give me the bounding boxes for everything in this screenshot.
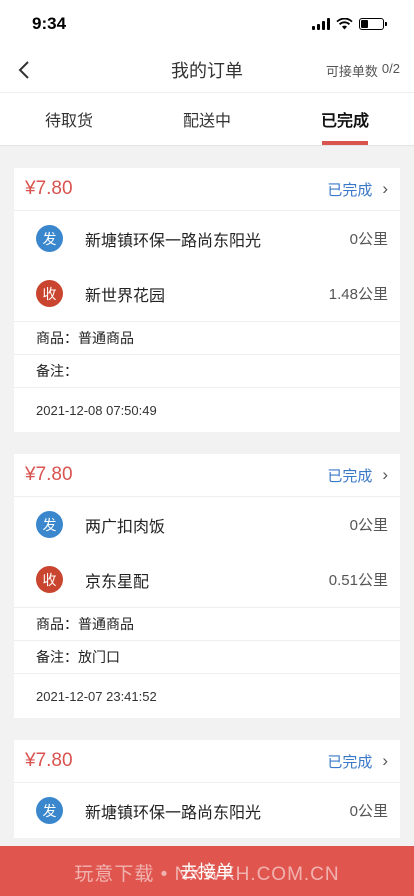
order-capacity-label: 可接单数: [325, 63, 378, 79]
take-order-button[interactable]: 去接单: [180, 858, 234, 884]
order-card[interactable]: ¥7.80 已完成 › 发 新塘镇环保一路尚东阳光 0公里: [14, 740, 400, 838]
pickup-distance: 0公里: [349, 517, 388, 534]
delivery-address-row: 收 新世界花园 1.48公里: [14, 266, 400, 321]
take-order-bar[interactable]: 去接单 玩意下载 • NXWXH.COM.CN: [0, 846, 414, 896]
order-price: ¥7.80: [25, 464, 73, 485]
cellular-signal-icon: [312, 18, 330, 30]
goods-row: 商品： 普通商品: [14, 607, 400, 640]
delivery-distance: 0.51公里: [328, 572, 388, 589]
send-badge: 发: [36, 511, 63, 538]
order-status: 已完成: [327, 181, 373, 199]
order-status-link[interactable]: 已完成 ›: [327, 751, 388, 772]
pickup-address-row: 发 新塘镇环保一路尚东阳光 0公里: [14, 783, 400, 838]
order-price: ¥7.80: [25, 750, 73, 771]
order-capacity: 可接单数 0/2: [326, 61, 400, 80]
order-header: ¥7.80 已完成 ›: [14, 454, 400, 497]
battery-icon: [359, 18, 387, 30]
order-status: 已完成: [327, 467, 373, 485]
order-header: ¥7.80 已完成 ›: [14, 168, 400, 211]
order-time: 2021-12-07 23:41:52: [14, 673, 400, 718]
goods-value: 普通商品: [78, 330, 134, 346]
goods-value: 普通商品: [78, 616, 134, 632]
receive-badge: 收: [36, 280, 63, 307]
order-header: ¥7.80 已完成 ›: [14, 740, 400, 783]
order-card[interactable]: ¥7.80 已完成 › 发 两广扣肉饭 0公里 收 京东星配 0.51公里 商品…: [14, 454, 400, 718]
pickup-address: 两广扣肉饭: [85, 518, 166, 536]
note-label: 备注：: [36, 363, 78, 379]
send-badge: 发: [36, 797, 63, 824]
chevron-right-icon: ›: [382, 179, 388, 198]
delivery-address: 新世界花园: [85, 287, 166, 305]
order-status-link[interactable]: 已完成 ›: [327, 179, 388, 200]
order-card[interactable]: ¥7.80 已完成 › 发 新塘镇环保一路尚东阳光 0公里 收 新世界花园 1.…: [14, 168, 400, 432]
order-list: ¥7.80 已完成 › 发 新塘镇环保一路尚东阳光 0公里 收 新世界花园 1.…: [0, 146, 414, 838]
delivery-address: 京东星配: [85, 573, 150, 591]
note-value: 放门口: [78, 649, 120, 665]
chevron-right-icon: ›: [382, 751, 388, 770]
goods-row: 商品： 普通商品: [14, 321, 400, 354]
pickup-distance: 0公里: [349, 803, 388, 820]
tab-pending-pickup[interactable]: 待取货: [0, 93, 138, 145]
order-tabs: 待取货 配送中 已完成: [0, 92, 414, 146]
order-time: 2021-12-08 07:50:49: [14, 387, 400, 432]
tab-completed[interactable]: 已完成: [276, 93, 414, 145]
order-price: ¥7.80: [25, 178, 73, 199]
goods-label: 商品：: [36, 330, 78, 346]
order-capacity-value: 0/2: [381, 60, 400, 76]
goods-label: 商品：: [36, 616, 78, 632]
pickup-address-row: 发 两广扣肉饭 0公里: [14, 497, 400, 552]
status-time: 9:34: [32, 14, 67, 33]
delivery-distance: 1.48公里: [328, 286, 388, 303]
back-arrow-icon: [18, 61, 29, 79]
back-button[interactable]: [10, 56, 38, 84]
send-badge: 发: [36, 225, 63, 252]
chevron-right-icon: ›: [382, 465, 388, 484]
wifi-icon: [336, 18, 353, 30]
nav-bar: 我的订单 可接单数 0/2: [0, 48, 414, 92]
delivery-address-row: 收 京东星配 0.51公里: [14, 552, 400, 607]
pickup-address: 新塘镇环保一路尚东阳光: [85, 804, 262, 822]
receive-badge: 收: [36, 566, 63, 593]
order-status-link[interactable]: 已完成 ›: [327, 465, 388, 486]
pickup-distance: 0公里: [349, 231, 388, 248]
order-status: 已完成: [327, 753, 373, 771]
pickup-address-row: 发 新塘镇环保一路尚东阳光 0公里: [14, 211, 400, 266]
status-bar: 9:34: [0, 0, 414, 48]
note-row: 备注：: [14, 354, 400, 387]
status-icons: [312, 18, 387, 30]
note-label: 备注：: [36, 649, 78, 665]
note-row: 备注： 放门口: [14, 640, 400, 673]
pickup-address: 新塘镇环保一路尚东阳光: [85, 232, 262, 250]
tab-delivering[interactable]: 配送中: [138, 93, 276, 145]
